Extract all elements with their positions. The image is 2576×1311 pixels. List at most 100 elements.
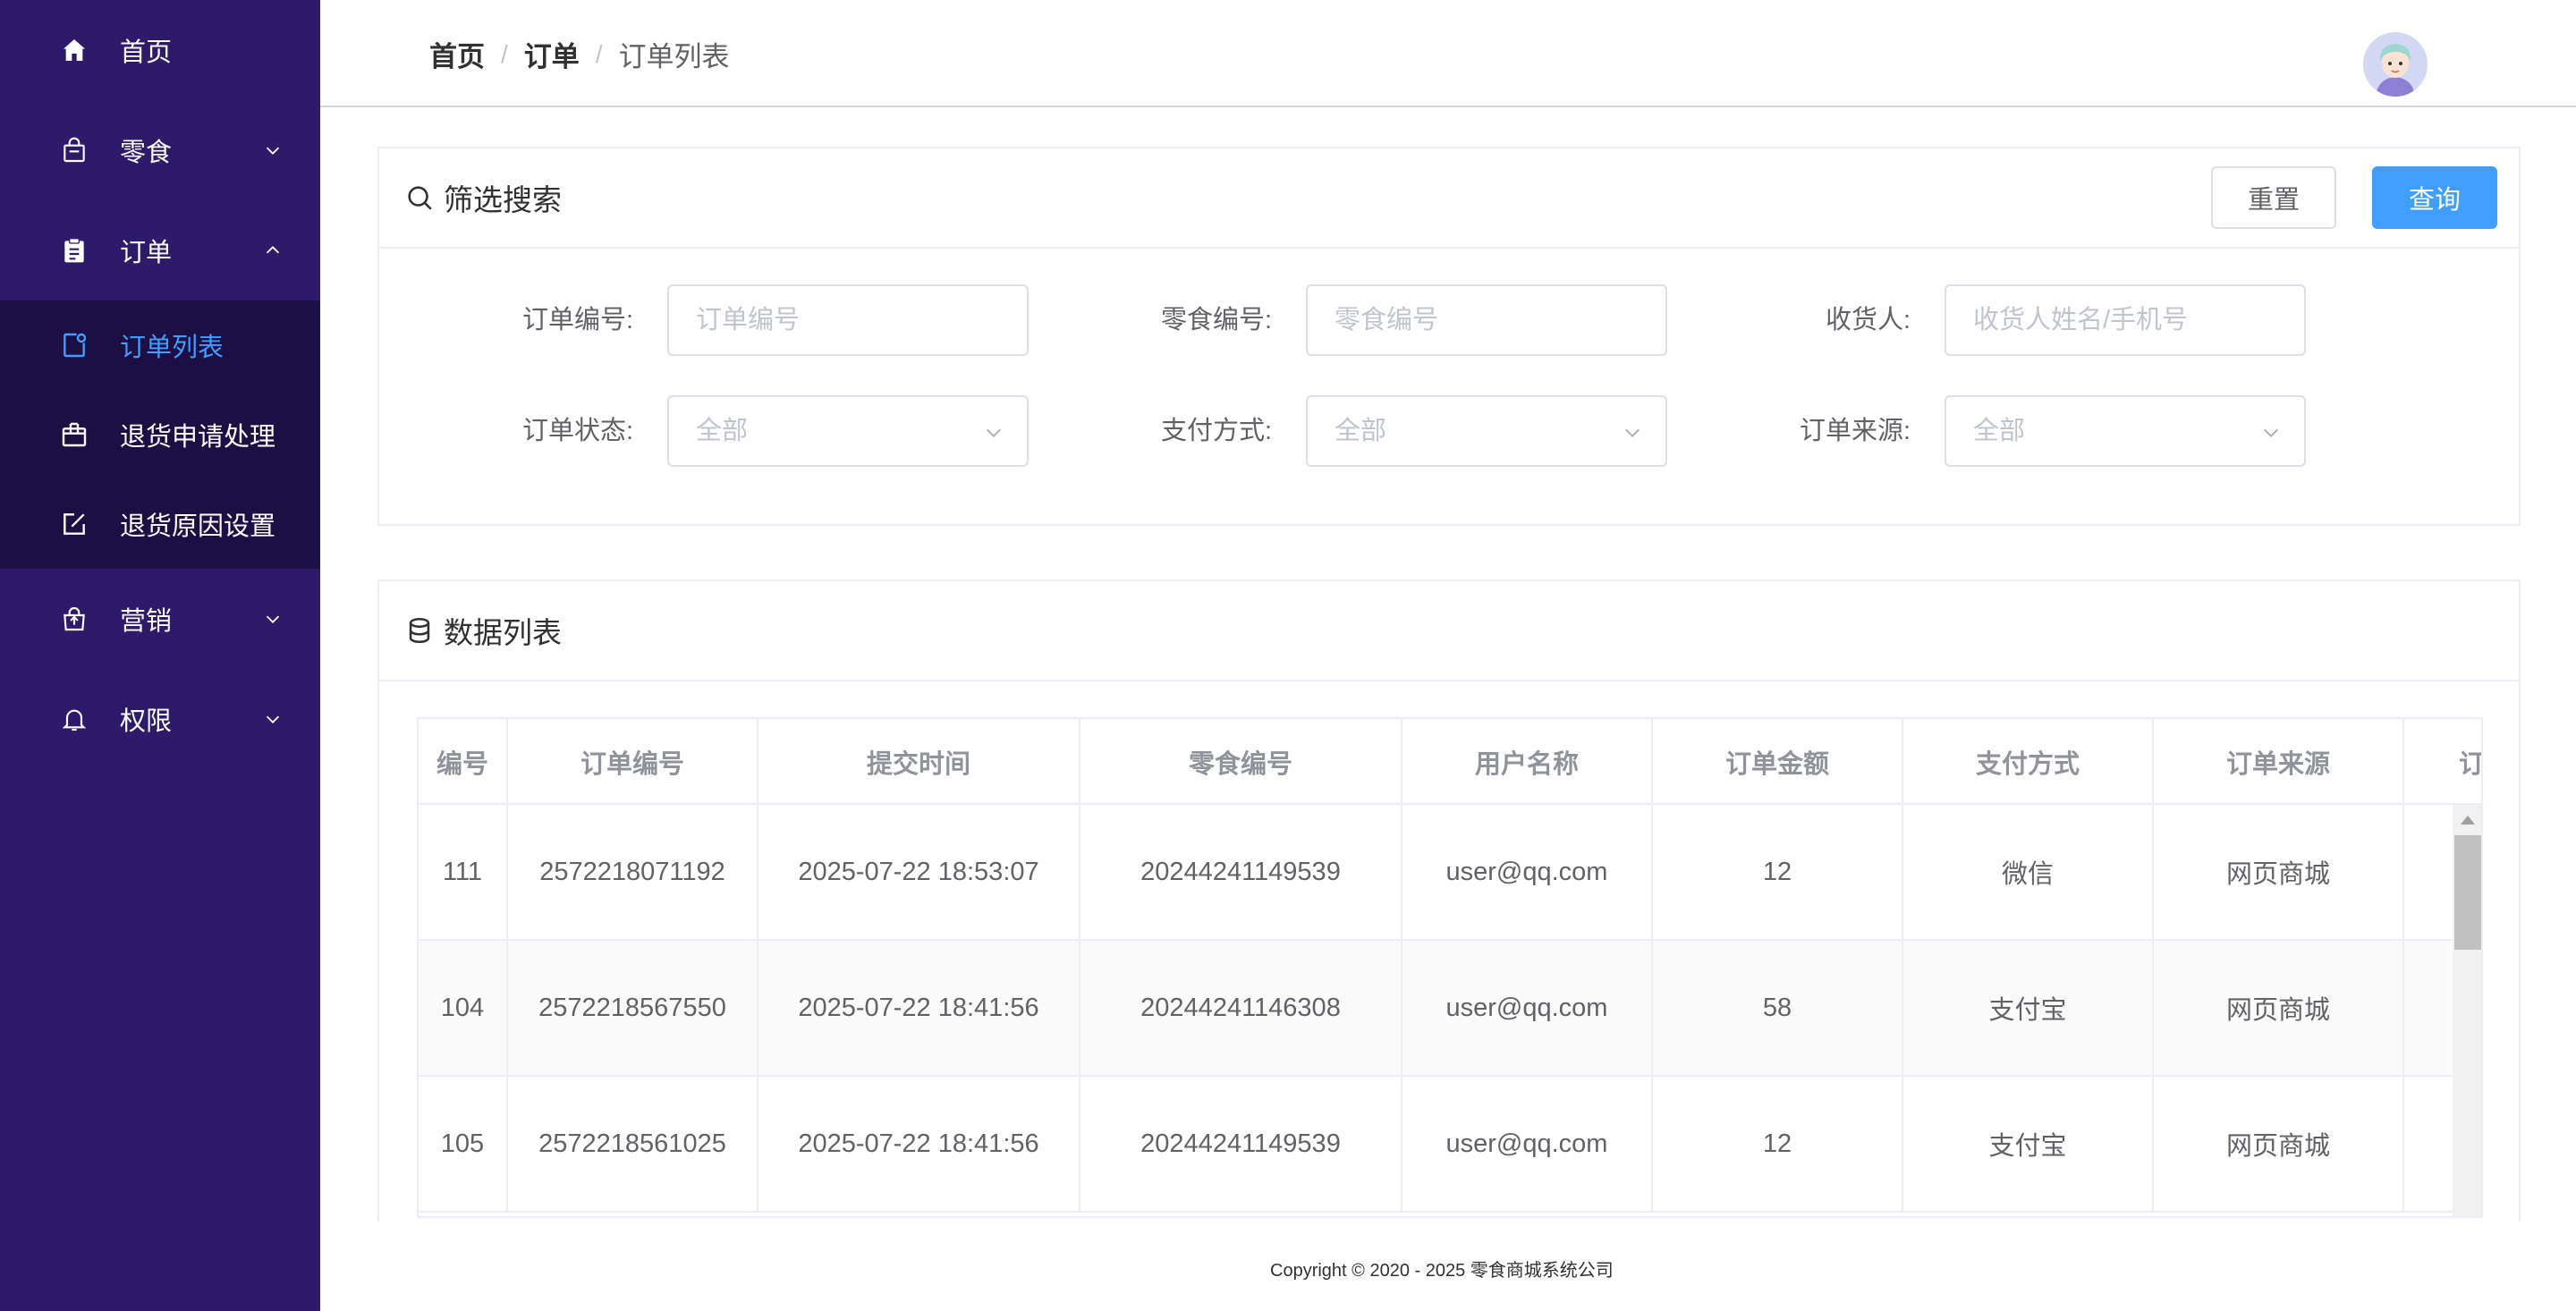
filter-row-1: 订单编号: 零食编号: 收货人: <box>379 284 2519 356</box>
scroll-up-arrow-icon[interactable] <box>2461 816 2475 825</box>
chevron-up-icon <box>266 246 280 254</box>
column-header[interactable]: 订单金额 <box>1653 719 1903 805</box>
sidebar-item-order-list[interactable]: 订单列表 <box>0 300 320 390</box>
cell-id: 104 <box>419 941 508 1075</box>
cell-source: 网页商城 <box>2154 1077 2404 1211</box>
bag-icon <box>59 135 89 165</box>
filter-row-2: 订单状态: 全部 支付方式: 全部 订单来源: 全部 <box>379 395 2519 467</box>
order-no-input[interactable] <box>667 284 1029 356</box>
order-status-label: 订单状态: <box>521 417 633 445</box>
table-scrollbar[interactable] <box>2453 805 2481 1216</box>
column-header[interactable]: 订 <box>2404 719 2481 805</box>
breadcrumb-home[interactable]: 首页 <box>429 34 485 74</box>
cell-pay-method: 支付宝 <box>1903 1077 2154 1211</box>
breadcrumb-current: 订单列表 <box>618 41 730 72</box>
cell-source: 网页商城 <box>2154 941 2404 1075</box>
scroll-thumb[interactable] <box>2454 835 2481 950</box>
table-header: 编号 订单编号 提交时间 零食编号 用户名称 订单金额 支付方式 订单来源 订 <box>419 719 2481 805</box>
sidebar-item-orders[interactable]: 订单 <box>0 200 320 300</box>
search-icon <box>408 186 432 210</box>
order-source-value: 全部 <box>1973 417 2026 445</box>
sidebar-item-label: 权限 <box>120 707 173 736</box>
data-list-card: 数据列表 编号 订单编号 提交时间 零食编号 用户名称 订单金额 支付方式 订单… <box>377 579 2521 1222</box>
cell-submit-time: 2025-07-22 18:41:56 <box>758 1077 1080 1211</box>
sidebar-item-home[interactable]: 首页 <box>0 0 320 100</box>
query-button[interactable]: 查询 <box>2372 166 2497 229</box>
breadcrumb-separator: / <box>595 39 603 68</box>
bell-icon <box>59 704 89 734</box>
data-list-header: 数据列表 <box>379 581 2519 681</box>
order-status-select[interactable]: 全部 <box>667 395 1029 467</box>
avatar[interactable] <box>2363 32 2428 97</box>
data-list-title: 数据列表 <box>444 616 562 649</box>
sidebar-item-permissions[interactable]: 权限 <box>0 669 320 769</box>
breadcrumb-separator: / <box>501 39 508 68</box>
cell-id: 111 <box>419 805 508 939</box>
cell-pay-method: 支付宝 <box>1903 941 2154 1075</box>
cell-amount: 58 <box>1653 941 1903 1075</box>
pay-method-label: 支付方式: <box>1160 417 1272 445</box>
orders-table: 编号 订单编号 提交时间 零食编号 用户名称 订单金额 支付方式 订单来源 订 … <box>417 717 2483 1218</box>
column-header[interactable]: 提交时间 <box>758 719 1080 805</box>
breadcrumb: 首页 / 订单 / 订单列表 <box>429 34 730 74</box>
cell-amount: 12 <box>1653 1077 1903 1211</box>
table-row[interactable]: 104 2572218567550 2025-07-22 18:41:56 20… <box>419 941 2481 1077</box>
database-icon <box>409 617 430 644</box>
table-row[interactable]: 111 2572218071192 2025-07-22 18:53:07 20… <box>419 805 2481 941</box>
cell-id: 105 <box>419 1077 508 1211</box>
column-header[interactable]: 订单来源 <box>2154 719 2404 805</box>
table-row[interactable]: 105 2572218561025 2025-07-22 18:41:56 20… <box>419 1077 2481 1213</box>
column-header[interactable]: 零食编号 <box>1080 719 1402 805</box>
home-icon <box>59 35 89 65</box>
receiver-label: 收货人: <box>1825 306 1911 334</box>
edit-icon <box>59 509 89 539</box>
sidebar-item-marketing[interactable]: 营销 <box>0 569 320 669</box>
sidebar-item-label: 订单 <box>120 239 173 267</box>
column-header[interactable]: 用户名称 <box>1402 719 1653 805</box>
sidebar-item-return-reasons[interactable]: 退货原因设置 <box>0 479 320 569</box>
sidebar-item-label: 营销 <box>120 607 173 636</box>
sidebar-item-label: 首页 <box>120 38 173 67</box>
cell-username: user@qq.com <box>1402 805 1653 939</box>
sidebar-item-return-requests[interactable]: 退货申请处理 <box>0 390 320 479</box>
filter-card-header: 筛选搜索 重置 查询 <box>379 148 2519 249</box>
column-header[interactable]: 编号 <box>419 719 508 805</box>
cell-snack-no: 20244241146308 <box>1080 941 1402 1075</box>
order-list-icon <box>59 330 89 360</box>
sidebar-item-label: 零食 <box>120 139 173 167</box>
chevron-down-icon <box>266 147 280 155</box>
column-header[interactable]: 支付方式 <box>1903 719 2154 805</box>
cell-order-no: 2572218561025 <box>508 1077 758 1211</box>
clipboard-icon <box>59 235 89 266</box>
cell-order-no: 2572218071192 <box>508 805 758 939</box>
cell-username: user@qq.com <box>1402 1077 1653 1211</box>
cell-amount: 12 <box>1653 805 1903 939</box>
cell-source: 网页商城 <box>2154 805 2404 939</box>
sidebar-item-label: 退货申请处理 <box>120 423 276 452</box>
cell-order-no: 2572218567550 <box>508 941 758 1075</box>
footer-copyright: Copyright © 2020 - 2025 零食商城系统公司 <box>1270 1261 1614 1281</box>
chevron-down-icon <box>266 615 280 623</box>
pay-method-select[interactable]: 全部 <box>1306 395 1667 467</box>
sidebar-item-snacks[interactable]: 零食 <box>0 100 320 200</box>
sidebar-item-label: 退货原因设置 <box>120 512 276 541</box>
column-header[interactable]: 订单编号 <box>508 719 758 805</box>
reset-button[interactable]: 重置 <box>2211 166 2336 229</box>
chevron-down-icon <box>2264 428 2278 437</box>
cell-pay-method: 微信 <box>1903 805 2154 939</box>
cell-username: user@qq.com <box>1402 941 1653 1075</box>
table-body: 111 2572218071192 2025-07-22 18:53:07 20… <box>419 805 2481 1213</box>
receiver-input[interactable] <box>1945 284 2306 356</box>
sidebar: 首页 零食 订单 订单列表 退货申请处理 退货原因设置 营销 权限 <box>0 0 320 1311</box>
cell-snack-no: 20244241149539 <box>1080 1077 1402 1211</box>
breadcrumb-orders[interactable]: 订单 <box>524 34 580 74</box>
top-header: 首页 / 订单 / 订单列表 <box>320 0 2576 107</box>
chevron-down-icon <box>987 428 1001 437</box>
cell-snack-no: 20244241149539 <box>1080 805 1402 939</box>
orders-submenu: 订单列表 退货申请处理 退货原因设置 <box>0 300 320 569</box>
promotion-icon <box>59 604 89 634</box>
snack-no-input[interactable] <box>1306 284 1667 356</box>
order-source-select[interactable]: 全部 <box>1945 395 2306 467</box>
order-source-label: 订单来源: <box>1799 417 1911 445</box>
return-box-icon <box>59 419 89 450</box>
